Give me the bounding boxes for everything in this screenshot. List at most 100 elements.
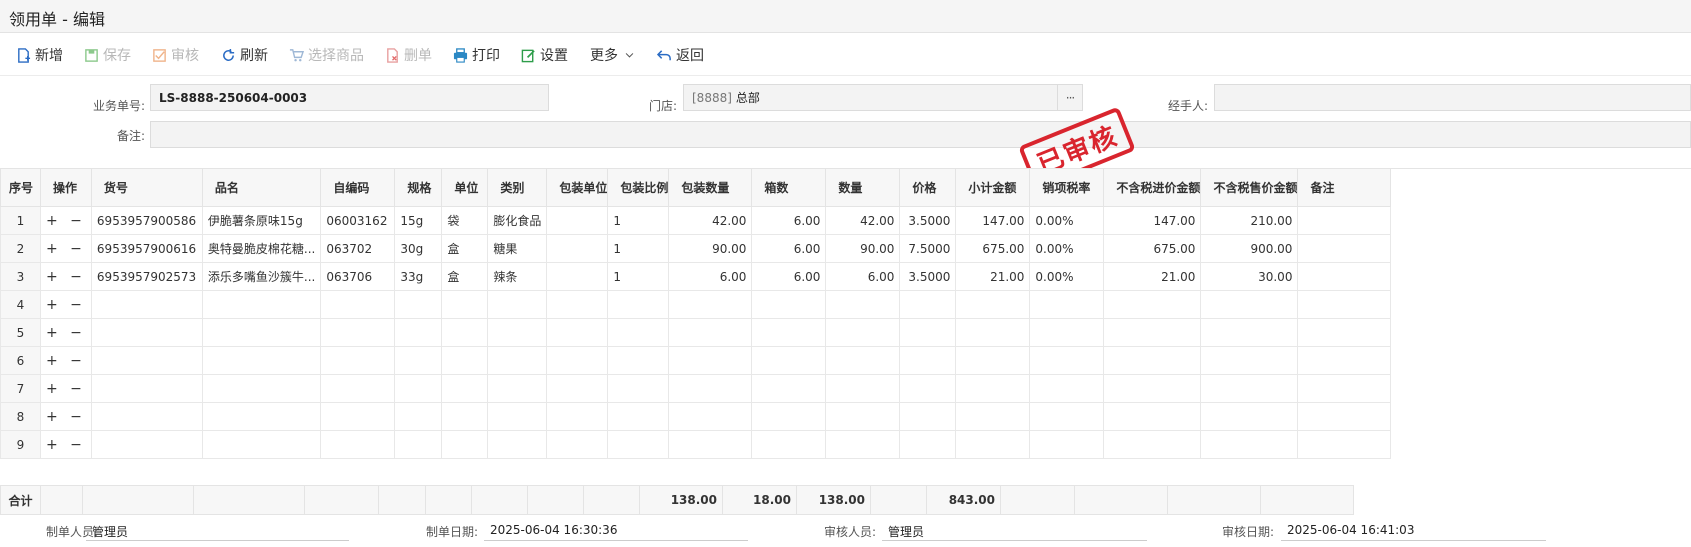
cell-subtotal: 21.00	[955, 262, 1031, 291]
cell-remark	[1297, 430, 1392, 459]
cell-qty	[825, 346, 901, 375]
refresh-button[interactable]: 刷新	[221, 44, 268, 66]
more-button[interactable]: 更多	[590, 44, 639, 66]
cell-qty: 6.00	[825, 262, 901, 291]
header-category[interactable]: 类别	[487, 168, 548, 207]
cell-ops[interactable]: + −	[40, 374, 92, 403]
cell-ops[interactable]: + −	[40, 318, 92, 347]
header-qty[interactable]: 数量	[825, 168, 901, 207]
totals-row: 合计 138.00 18.00 138.00 843.00	[0, 485, 1354, 515]
cell-category	[487, 346, 548, 375]
cell-pack-qty: 42.00	[668, 206, 753, 235]
save-button[interactable]: 保存	[84, 44, 131, 66]
new-button[interactable]: 新增	[16, 44, 63, 66]
cell-code: 6953957902573	[90, 262, 203, 291]
delete-button[interactable]: 删单	[385, 44, 432, 66]
table-row[interactable]: 5 + −	[0, 318, 1392, 347]
cell-seq: 8	[0, 402, 41, 431]
remark-label: 备注:	[116, 129, 145, 143]
header-name[interactable]: 品名	[201, 168, 322, 207]
table-row[interactable]: 2 + −6953957900616 奥特曼脆皮棉花糖... 063702 30g 盒糖果…	[0, 234, 1392, 263]
cell-pack-qty	[668, 318, 753, 347]
doc-no-label: 业务单号:	[92, 99, 145, 113]
back-button[interactable]: 返回	[657, 44, 704, 66]
cell-remark	[1297, 318, 1392, 347]
settings-button[interactable]: 设置	[521, 44, 568, 66]
cell-ops[interactable]: + −	[40, 234, 92, 263]
header-pack-ratio[interactable]: 包装比例	[607, 168, 670, 207]
audit-button[interactable]: 审核	[152, 44, 199, 66]
new-label: 新增	[35, 48, 63, 64]
ellipsis-icon: ···	[1065, 90, 1076, 105]
cell-price: 7.5000	[899, 234, 957, 263]
header-code[interactable]: 货号	[90, 168, 203, 207]
cell-tax	[1029, 430, 1105, 459]
cell-price	[899, 290, 957, 319]
cell-selfcode	[320, 374, 396, 403]
cell-ops[interactable]: + −	[40, 290, 92, 319]
cell-pack-unit	[546, 262, 609, 291]
cell-name	[201, 346, 322, 375]
cell-selfcode: 06003162	[320, 206, 396, 235]
cell-sale-ex	[1200, 318, 1299, 347]
cell-category	[487, 290, 548, 319]
header-ops[interactable]: 操作	[40, 168, 92, 207]
delete-doc-icon	[387, 47, 398, 63]
cell-cost-ex: 147.00	[1103, 206, 1202, 235]
cell-ops[interactable]: + −	[40, 206, 92, 235]
table-row[interactable]: 8 + −	[0, 402, 1392, 431]
header-spec[interactable]: 规格	[394, 168, 443, 207]
cell-price	[899, 374, 957, 403]
header-boxes[interactable]: 箱数	[751, 168, 827, 207]
handler-field[interactable]	[1214, 84, 1691, 111]
cell-remark	[1297, 234, 1392, 263]
table-row[interactable]: 6 + −	[0, 346, 1392, 375]
table-row[interactable]: 3 + −6953957902573 添乐多嘴鱼沙簇牛... 063706 33g 盒辣条…	[0, 262, 1392, 291]
cell-tax	[1029, 346, 1105, 375]
header-pack-qty[interactable]: 包装数量	[668, 168, 753, 207]
cell-price	[899, 318, 957, 347]
cell-spec	[394, 430, 443, 459]
cell-seq: 6	[0, 346, 41, 375]
table-row[interactable]: 9 + −	[0, 430, 1392, 459]
header-selfcode[interactable]: 自编码	[320, 168, 396, 207]
cell-qty	[825, 402, 901, 431]
cell-name	[201, 430, 322, 459]
header-tax[interactable]: 销项税率	[1029, 168, 1105, 207]
header-price[interactable]: 价格	[899, 168, 957, 207]
cell-seq: 4	[0, 290, 41, 319]
cell-code	[90, 290, 203, 319]
header-unit[interactable]: 单位	[441, 168, 489, 207]
cell-ops[interactable]: + −	[40, 402, 92, 431]
cell-price	[899, 402, 957, 431]
table-row[interactable]: 4 + −	[0, 290, 1392, 319]
footer: 制单人员: 管理员 制单日期: 2025-06-04 16:30:36 审核人员…	[0, 515, 1691, 547]
cell-pack-qty	[668, 374, 753, 403]
print-button[interactable]: 打印	[453, 44, 500, 66]
table-row[interactable]: 7 + −	[0, 374, 1392, 403]
cell-boxes: 6.00	[751, 206, 827, 235]
cell-spec: 33g	[394, 262, 443, 291]
header-cost-ex[interactable]: 不含税进价金额	[1103, 168, 1202, 207]
store-picker-button[interactable]: ···	[1057, 84, 1083, 111]
header-subtotal[interactable]: 小计金额	[955, 168, 1031, 207]
cell-ops[interactable]: + −	[40, 262, 92, 291]
cell-ops[interactable]: + −	[40, 346, 92, 375]
cell-remark	[1297, 206, 1392, 235]
cell-remark	[1297, 402, 1392, 431]
select-goods-button[interactable]: 选择商品	[289, 44, 364, 66]
cell-ops[interactable]: + −	[40, 430, 92, 459]
cell-sale-ex	[1200, 374, 1299, 403]
store-field[interactable]: [8888] 总部	[683, 84, 1058, 111]
header-sale-ex[interactable]: 不含税售价金额	[1200, 168, 1299, 207]
header-seq[interactable]: 序号	[0, 168, 41, 207]
doc-no-field[interactable]: LS-8888-250604-0003	[150, 84, 549, 111]
table-row[interactable]: 1 + −6953957900586 伊脆薯条原味15g 06003162 15g 袋膨化…	[0, 206, 1392, 235]
store-label: 门店:	[648, 99, 677, 113]
cell-boxes	[751, 402, 827, 431]
cell-unit: 盒	[441, 234, 489, 263]
cell-spec	[394, 402, 443, 431]
remark-field[interactable]	[150, 121, 1691, 148]
header-remark[interactable]: 备注	[1297, 168, 1392, 207]
header-pack-unit[interactable]: 包装单位	[546, 168, 609, 207]
